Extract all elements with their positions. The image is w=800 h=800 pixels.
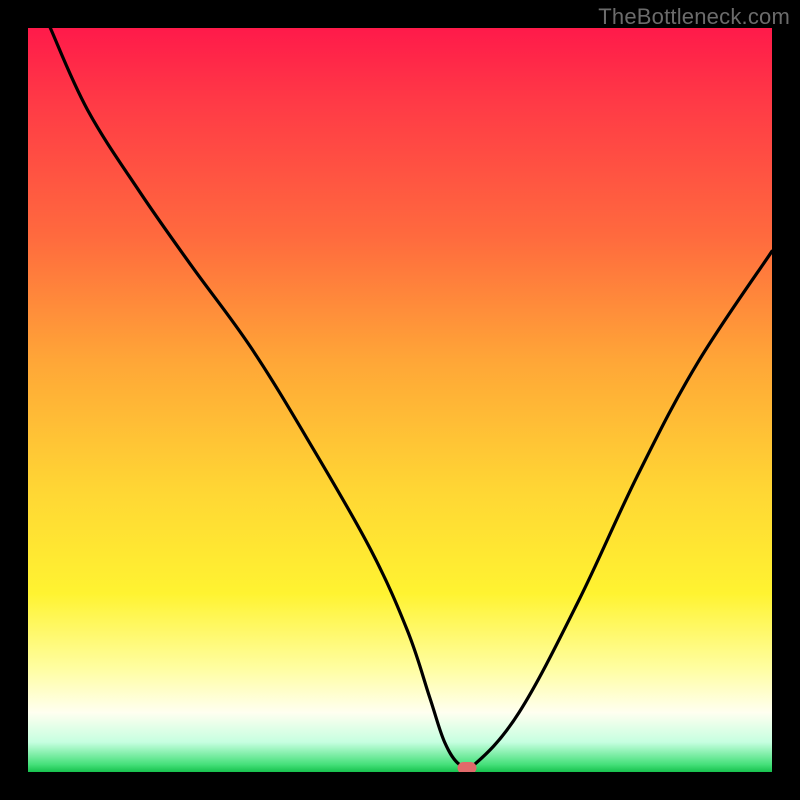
bottleneck-curve <box>28 28 772 772</box>
plot-area <box>28 28 772 772</box>
optimum-marker <box>457 762 476 772</box>
chart-frame: TheBottleneck.com <box>0 0 800 800</box>
watermark-text: TheBottleneck.com <box>598 4 790 30</box>
